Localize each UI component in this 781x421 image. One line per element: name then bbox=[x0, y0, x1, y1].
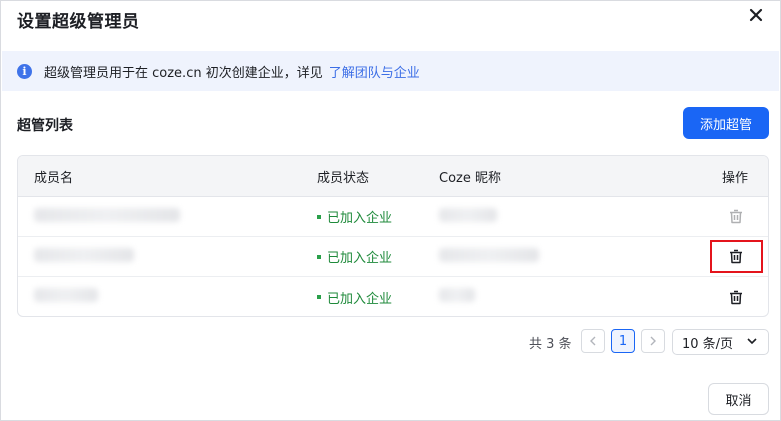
close-icon[interactable] bbox=[746, 5, 766, 25]
redacted-nickname bbox=[439, 207, 497, 222]
column-header-coze-nickname: Coze 昵称 bbox=[439, 170, 501, 186]
chevron-left-glyph bbox=[590, 336, 596, 346]
member-name-cell bbox=[18, 207, 317, 226]
member-name-cell bbox=[18, 247, 317, 266]
total-count: 共 3 条 bbox=[529, 337, 572, 352]
coze-nickname-cell bbox=[439, 247, 689, 266]
chevron-left-icon[interactable] bbox=[581, 329, 605, 353]
trash-icon-glyph bbox=[730, 209, 742, 224]
status-text: 已加入企业 bbox=[327, 291, 393, 307]
status-badge: 已加入企业 bbox=[317, 247, 439, 266]
table-row: 已加入企业 bbox=[18, 237, 768, 277]
member-status-cell: 已加入企业 bbox=[317, 207, 439, 226]
redacted-nickname bbox=[439, 247, 539, 262]
status-text: 已加入企业 bbox=[327, 211, 393, 226]
dialog-title: 设置超级管理员 bbox=[17, 12, 140, 32]
actions-cell bbox=[689, 285, 768, 309]
redacted-member-name bbox=[34, 207, 180, 222]
status-text: 已加入企业 bbox=[327, 251, 393, 266]
status-dot-icon bbox=[317, 295, 321, 299]
redacted-member-name bbox=[34, 288, 98, 302]
super-admin-table: 成员名 成员状态 Coze 昵称 操作 已加入企业 已加入企业 已加入企业 bbox=[17, 155, 769, 317]
column-header-member-name: 成员名 bbox=[34, 170, 74, 186]
chevron-down-icon bbox=[746, 334, 758, 352]
page-size-select[interactable]: 10 条/页 bbox=[672, 329, 769, 355]
page-size-value: 10 条/页 bbox=[682, 336, 734, 352]
super-admin-list-title: 超管列表 bbox=[17, 118, 73, 134]
redacted-nickname bbox=[439, 288, 475, 302]
member-status-cell: 已加入企业 bbox=[317, 288, 439, 307]
page-number-button[interactable]: 1 bbox=[611, 329, 635, 353]
coze-nickname-cell bbox=[439, 207, 689, 226]
chevron-right-glyph bbox=[650, 336, 656, 346]
coze-nickname-cell bbox=[439, 288, 689, 306]
cancel-button[interactable]: 取消 bbox=[708, 383, 769, 415]
redacted-member-name bbox=[34, 247, 134, 262]
status-dot-icon bbox=[317, 254, 321, 259]
chevron-right-icon[interactable] bbox=[641, 329, 665, 353]
member-status-cell: 已加入企业 bbox=[317, 247, 439, 266]
trash-icon[interactable] bbox=[724, 205, 748, 229]
info-notice-bar: i 超级管理员用于在 coze.cn 初次创建企业，详见 了解团队与企业 bbox=[2, 51, 779, 91]
chevron-down-glyph bbox=[747, 338, 757, 345]
table-row: 已加入企业 bbox=[18, 197, 768, 237]
column-header-member-status: 成员状态 bbox=[317, 170, 370, 186]
set-super-admin-dialog: 设置超级管理员 i 超级管理员用于在 coze.cn 初次创建企业，详见 了解团… bbox=[0, 0, 781, 421]
info-icon: i bbox=[17, 63, 32, 79]
status-dot-icon bbox=[317, 214, 321, 219]
trash-icon-glyph bbox=[730, 290, 742, 304]
member-name-cell bbox=[18, 288, 317, 306]
notice-text: 超级管理员用于在 coze.cn 初次创建企业，详见 bbox=[44, 65, 323, 81]
status-badge: 已加入企业 bbox=[317, 288, 439, 307]
table-row: 已加入企业 bbox=[18, 277, 768, 316]
highlight-box bbox=[710, 240, 763, 273]
add-super-admin-button[interactable]: 添加超管 bbox=[683, 107, 769, 139]
close-icon-glyph bbox=[749, 8, 763, 22]
pagination: 共 3 条 1 10 条/页 bbox=[1, 329, 781, 355]
table-header: 成员名 成员状态 Coze 昵称 操作 bbox=[18, 156, 768, 197]
trash-icon[interactable] bbox=[724, 285, 748, 309]
status-badge: 已加入企业 bbox=[317, 207, 439, 226]
learn-team-enterprise-link[interactable]: 了解团队与企业 bbox=[329, 62, 420, 81]
column-header-actions: 操作 bbox=[721, 170, 748, 186]
actions-cell bbox=[689, 205, 768, 229]
